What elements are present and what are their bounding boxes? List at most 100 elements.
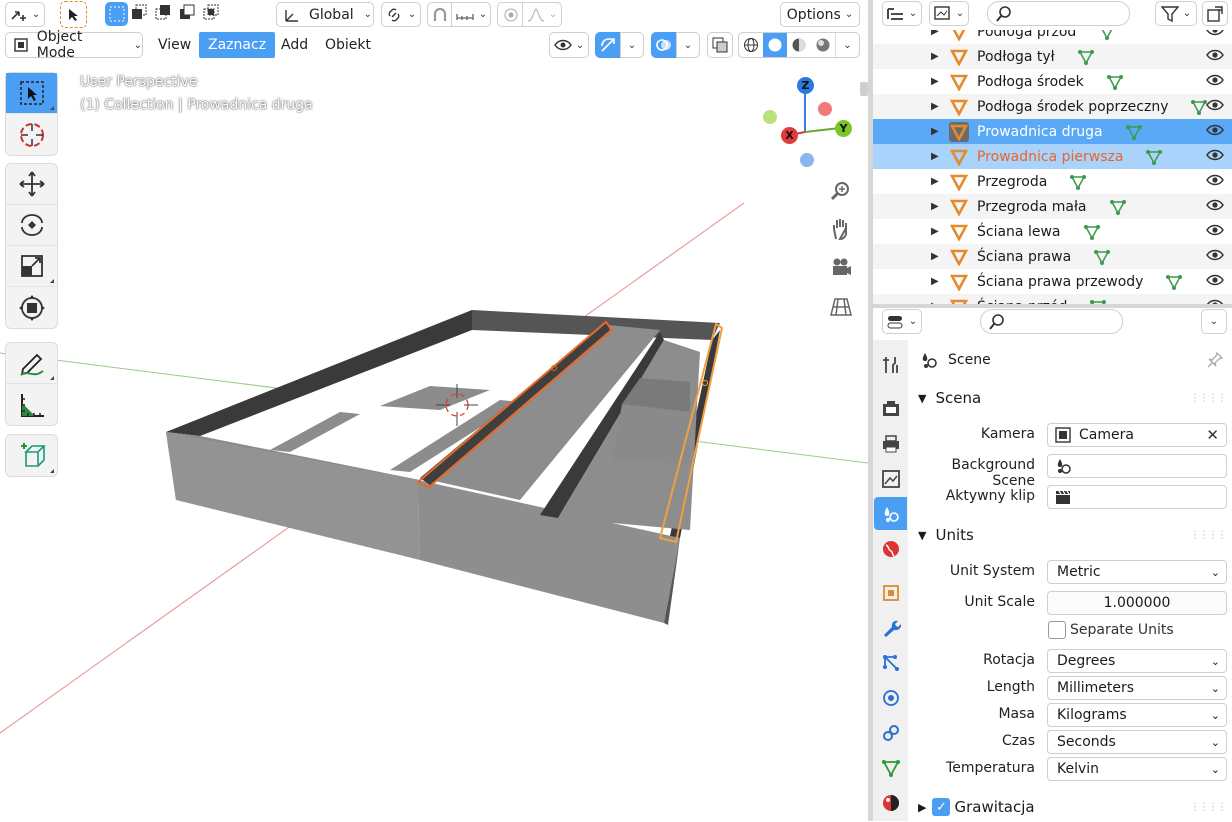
expand-arrow-icon[interactable]: ▶: [931, 201, 939, 212]
outliner-row-name[interactable]: Podłoga środek poprzeczny: [977, 99, 1168, 115]
gizmo-y-axis-label[interactable]: Y: [835, 120, 852, 137]
select-intersect-icon[interactable]: [202, 4, 220, 22]
expand-arrow-icon[interactable]: ▶: [931, 30, 939, 37]
outliner-row[interactable]: ▶ Podłoga tył: [873, 44, 1232, 69]
eye-visibility-icon[interactable]: [1206, 223, 1224, 241]
menu-view[interactable]: View: [149, 32, 200, 58]
gizmo-x-axis-label[interactable]: X: [781, 127, 798, 144]
camera-view-icon[interactable]: [830, 257, 852, 279]
pin-icon[interactable]: [1206, 351, 1224, 369]
expand-arrow-icon[interactable]: ▶: [931, 101, 939, 112]
mesh-data-icon[interactable]: [1069, 173, 1087, 195]
editor-type-button[interactable]: ⌄: [5, 2, 45, 27]
expand-arrow-icon[interactable]: ▶: [931, 51, 939, 62]
mesh-data-icon[interactable]: [1098, 30, 1116, 45]
menu-object[interactable]: Obiekt: [316, 32, 380, 58]
properties-search[interactable]: [980, 309, 1123, 334]
hand-pan-icon[interactable]: [830, 217, 852, 241]
eye-visibility-icon[interactable]: [1206, 198, 1224, 216]
mesh-data-icon[interactable]: [1145, 148, 1163, 170]
outliner-row[interactable]: ▶ Prowadnica pierwsza: [873, 144, 1232, 169]
clear-camera-icon[interactable]: ✕: [1206, 426, 1219, 444]
new-collection-button[interactable]: [1202, 1, 1228, 26]
length-dropdown[interactable]: Millimeters ⌄: [1047, 676, 1227, 700]
outliner-editor-type[interactable]: ⌄: [882, 1, 922, 26]
expand-arrow-icon[interactable]: ▶: [931, 126, 939, 137]
outliner-row-name[interactable]: Przegroda: [977, 174, 1047, 190]
time-dropdown[interactable]: Seconds ⌄: [1047, 730, 1227, 754]
options-dropdown[interactable]: Options ⌄: [780, 2, 860, 27]
zoom-icon[interactable]: [830, 180, 852, 202]
properties-options-dropdown[interactable]: ⌄: [1201, 309, 1227, 334]
outliner-row[interactable]: ▶ Podłoga środek: [873, 69, 1232, 94]
gizmo-dropdown[interactable]: ⌄: [620, 32, 644, 58]
outliner-row[interactable]: ▶ Przegroda: [873, 169, 1232, 194]
add-cube-tool[interactable]: [6, 435, 57, 476]
viewport-canvas[interactable]: [0, 60, 868, 821]
select-mode-group[interactable]: [130, 4, 225, 24]
separate-units-box[interactable]: [1048, 621, 1066, 639]
rotate-tool[interactable]: [6, 205, 57, 246]
shading-group[interactable]: ⌄: [738, 32, 860, 58]
measure-tool[interactable]: [6, 384, 57, 425]
display-mode-dropdown[interactable]: ⌄: [929, 1, 969, 26]
viewport-scroll-handle[interactable]: [860, 82, 868, 96]
outliner-search[interactable]: [987, 1, 1130, 26]
kamera-field[interactable]: Camera ✕: [1047, 423, 1227, 447]
eye-visibility-icon[interactable]: [1206, 48, 1224, 66]
proportional-editing-toggle[interactable]: [497, 2, 523, 27]
mass-dropdown[interactable]: Kilograms ⌄: [1047, 703, 1227, 727]
properties-editor-type[interactable]: ⌄: [882, 309, 922, 334]
mesh-data-icon[interactable]: [1106, 73, 1124, 95]
outliner-row[interactable]: ▶ Ściana prawa przewody: [873, 269, 1232, 294]
tab-world[interactable]: [874, 532, 907, 565]
select-extend-icon[interactable]: [130, 4, 148, 22]
outliner-row[interactable]: ▶ Podłoga przód: [873, 30, 1232, 44]
rendered-shading-button[interactable]: [811, 33, 835, 57]
mesh-data-icon[interactable]: [1109, 198, 1127, 220]
wireframe-shading-button[interactable]: [739, 33, 763, 57]
outliner-row-name[interactable]: Ściana lewa: [977, 224, 1061, 240]
eye-visibility-icon[interactable]: [1206, 73, 1224, 91]
outliner-row-name[interactable]: Ściana prawa: [977, 249, 1071, 265]
select-box-tool[interactable]: [6, 73, 57, 114]
outliner-row-name[interactable]: Przegroda mała: [977, 199, 1087, 215]
units-panel-header[interactable]: ▼ Units ⋮⋮⋮⋮: [908, 520, 1232, 550]
unit-scale-input[interactable]: 1.000000: [1047, 591, 1227, 615]
menu-add[interactable]: Add: [272, 32, 317, 58]
unit-system-dropdown[interactable]: Metric ⌄: [1047, 560, 1227, 584]
tab-render[interactable]: [874, 392, 907, 425]
temperature-dropdown[interactable]: Kelvin ⌄: [1047, 757, 1227, 781]
separate-units-checkbox[interactable]: Separate Units: [1048, 621, 1174, 639]
outliner-row-name[interactable]: Podłoga środek: [977, 74, 1084, 90]
gizmo-toggle[interactable]: [595, 32, 621, 58]
outliner-row-name[interactable]: Podłoga tył: [977, 49, 1055, 65]
box-model[interactable]: [166, 310, 724, 625]
tab-data[interactable]: [874, 751, 907, 784]
snap-toggle[interactable]: [427, 2, 452, 27]
mesh-data-icon[interactable]: [1165, 273, 1183, 295]
mesh-data-icon[interactable]: [1093, 248, 1111, 270]
mesh-data-icon[interactable]: [1190, 98, 1208, 120]
scena-panel-header[interactable]: ▼ Scena ⋮⋮⋮⋮: [908, 383, 1232, 413]
outliner-row[interactable]: ▶ Podłoga środek poprzeczny: [873, 94, 1232, 119]
eye-visibility-icon[interactable]: [1206, 98, 1224, 116]
tab-modifiers[interactable]: [874, 611, 907, 644]
active-clip-field[interactable]: [1047, 485, 1227, 509]
gizmo-z-axis-label[interactable]: Z: [797, 77, 814, 94]
overlays-toggle[interactable]: [651, 32, 677, 58]
outliner-row-name[interactable]: Prowadnica pierwsza: [977, 149, 1123, 165]
move-tool[interactable]: [6, 164, 57, 205]
cursor-tool[interactable]: [6, 114, 57, 155]
expand-arrow-icon[interactable]: ▶: [931, 76, 939, 87]
filter-dropdown[interactable]: ⌄: [1155, 1, 1197, 26]
expand-arrow-icon[interactable]: ▶: [931, 276, 939, 287]
overlays-dropdown[interactable]: ⌄: [676, 32, 700, 58]
navigation-gizmo[interactable]: [763, 92, 841, 167]
snap-target-dropdown[interactable]: ⌄: [451, 2, 491, 27]
gravity-checkbox[interactable]: ✓: [932, 798, 951, 816]
transform-tool[interactable]: [6, 287, 57, 328]
scale-tool[interactable]: [6, 246, 57, 287]
outliner-row-name[interactable]: Prowadnica druga: [977, 124, 1103, 140]
transform-orientation-dropdown[interactable]: Global ⌄: [276, 2, 374, 27]
